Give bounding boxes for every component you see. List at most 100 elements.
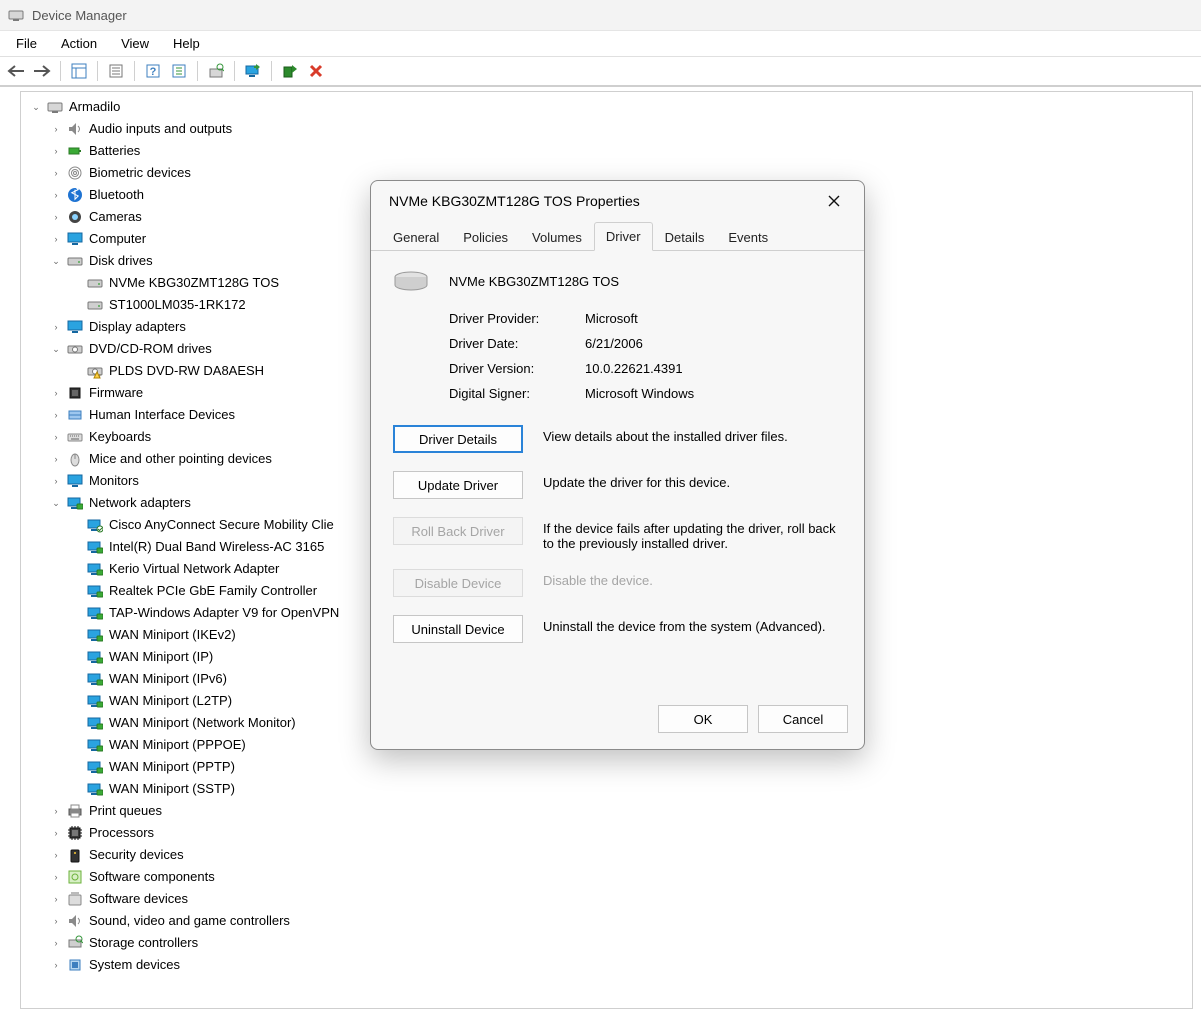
tree-device[interactable]: WAN Miniport (PPTP) <box>67 756 1192 778</box>
tree-node-label: Kerio Virtual Network Adapter <box>107 558 281 580</box>
delete-x-icon <box>308 63 324 79</box>
disable-device-dialog-button: Disable Device <box>393 569 523 597</box>
tab-details[interactable]: Details <box>653 223 717 251</box>
update-driver-dialog-button[interactable]: Update Driver <box>393 471 523 499</box>
tree-category[interactable]: ›Batteries <box>47 140 1192 162</box>
chevron-right-icon[interactable]: › <box>49 320 63 334</box>
chevron-right-icon[interactable]: › <box>49 144 63 158</box>
speaker-icon <box>67 913 83 929</box>
help-button[interactable]: ? <box>141 59 165 83</box>
chevron-right-icon[interactable]: › <box>49 210 63 224</box>
scan-hardware-button[interactable] <box>204 59 228 83</box>
chevron-right-icon[interactable]: › <box>49 914 63 928</box>
tree-category[interactable]: ›Security devices <box>47 844 1192 866</box>
scan-icon <box>208 63 224 79</box>
menu-action[interactable]: Action <box>49 34 109 53</box>
tab-events[interactable]: Events <box>716 223 780 251</box>
chevron-down-icon[interactable]: ⌄ <box>29 100 43 114</box>
tab-driver[interactable]: Driver <box>594 222 653 251</box>
tree-node-label: Human Interface Devices <box>87 404 237 426</box>
dialog-cancel-button[interactable]: Cancel <box>758 705 848 733</box>
tree-device[interactable]: WAN Miniport (SSTP) <box>67 778 1192 800</box>
toolbar-separator <box>97 61 98 81</box>
chevron-right-icon[interactable]: › <box>49 188 63 202</box>
tree-category[interactable]: ›Processors <box>47 822 1192 844</box>
chevron-right-icon[interactable]: › <box>49 804 63 818</box>
tree-node-label: Bluetooth <box>87 184 146 206</box>
chevron-down-icon[interactable]: ⌄ <box>49 496 63 510</box>
forward-button[interactable] <box>30 59 54 83</box>
tree-node-label: WAN Miniport (IKEv2) <box>107 624 238 646</box>
chevron-right-icon[interactable]: › <box>49 122 63 136</box>
tree-category[interactable]: ›Software components <box>47 866 1192 888</box>
chevron-down-icon[interactable]: ⌄ <box>49 254 63 268</box>
tree-category[interactable]: › Audio inputs and outputs <box>47 118 1192 140</box>
tree-category[interactable]: › Print queues <box>47 800 1192 822</box>
net-icon <box>87 649 103 665</box>
tree-node-label: Audio inputs and outputs <box>87 118 234 140</box>
net-icon <box>67 495 83 511</box>
menu-help[interactable]: Help <box>161 34 212 53</box>
dialog-tabs: GeneralPoliciesVolumesDriverDetailsEvent… <box>371 221 864 251</box>
disc-icon <box>67 341 83 357</box>
drive-icon <box>87 275 103 291</box>
uninstall-device-dialog-button[interactable]: Uninstall Device <box>393 615 523 643</box>
chevron-right-icon[interactable]: › <box>49 166 63 180</box>
net-icon <box>87 605 103 621</box>
dialog-ok-button[interactable]: OK <box>658 705 748 733</box>
tree-node-label: Cameras <box>87 206 144 228</box>
tab-policies[interactable]: Policies <box>451 223 520 251</box>
tab-general[interactable]: General <box>381 223 451 251</box>
tree-node-label: TAP-Windows Adapter V9 for OpenVPN <box>107 602 341 624</box>
chevron-right-icon[interactable]: › <box>49 958 63 972</box>
chevron-right-icon[interactable]: › <box>49 232 63 246</box>
uninstall-device-button[interactable] <box>304 59 328 83</box>
chevron-right-icon[interactable]: › <box>49 430 63 444</box>
list-button[interactable] <box>167 59 191 83</box>
show-hide-tree-button[interactable] <box>67 59 91 83</box>
tree-node-label: Sound, video and game controllers <box>87 910 292 932</box>
menu-view[interactable]: View <box>109 34 161 53</box>
drive-icon <box>67 253 83 269</box>
chevron-down-icon[interactable]: ⌄ <box>49 342 63 356</box>
tree-node-label: Biometric devices <box>87 162 193 184</box>
close-icon <box>828 195 840 207</box>
chevron-right-icon[interactable]: › <box>49 892 63 906</box>
tree-node-label: NVMe KBG30ZMT128G TOS <box>107 272 281 294</box>
tree-node-label: System devices <box>87 954 182 976</box>
chevron-right-icon[interactable]: › <box>49 936 63 950</box>
chevron-right-icon[interactable]: › <box>49 386 63 400</box>
chevron-right-icon[interactable]: › <box>49 826 63 840</box>
tree-node-label: PLDS DVD-RW DA8AESH <box>107 360 266 382</box>
properties-icon <box>108 63 124 79</box>
tree-category[interactable]: › Sound, video and game controllers <box>47 910 1192 932</box>
tree-category[interactable]: ›Software devices <box>47 888 1192 910</box>
dialog-close-button[interactable] <box>818 187 850 215</box>
update-driver-button[interactable] <box>241 59 265 83</box>
driver-details-button[interactable]: Driver Details <box>393 425 523 453</box>
properties-button[interactable] <box>104 59 128 83</box>
chevron-right-icon[interactable]: › <box>49 870 63 884</box>
back-button[interactable] <box>4 59 28 83</box>
dialog-title-bar[interactable]: NVMe KBG30ZMT128G TOS Properties <box>371 181 864 221</box>
tree-category[interactable]: › System devices <box>47 954 1192 976</box>
dialog-footer: OK Cancel <box>371 695 864 749</box>
tree-node-label: Computer <box>87 228 148 250</box>
tree-node-label: Print queues <box>87 800 164 822</box>
tree-node-label: Keyboards <box>87 426 153 448</box>
tree-root-node[interactable]: ⌄Armadilo <box>27 96 1192 118</box>
enable-icon <box>282 63 298 79</box>
toolbar-separator <box>60 61 61 81</box>
chevron-right-icon[interactable]: › <box>49 408 63 422</box>
tree-node-label: Disk drives <box>87 250 155 272</box>
tab-volumes[interactable]: Volumes <box>520 223 594 251</box>
enable-device-button[interactable] <box>278 59 302 83</box>
chevron-right-icon[interactable]: › <box>49 474 63 488</box>
chevron-right-icon[interactable]: › <box>49 848 63 862</box>
chevron-right-icon[interactable]: › <box>49 452 63 466</box>
toolbar: ? <box>0 57 1201 87</box>
net-spec-icon <box>87 517 103 533</box>
driver-info-grid: Driver Provider: Microsoft Driver Date: … <box>449 311 842 401</box>
menu-file[interactable]: File <box>4 34 49 53</box>
tree-category[interactable]: ›Storage controllers <box>47 932 1192 954</box>
